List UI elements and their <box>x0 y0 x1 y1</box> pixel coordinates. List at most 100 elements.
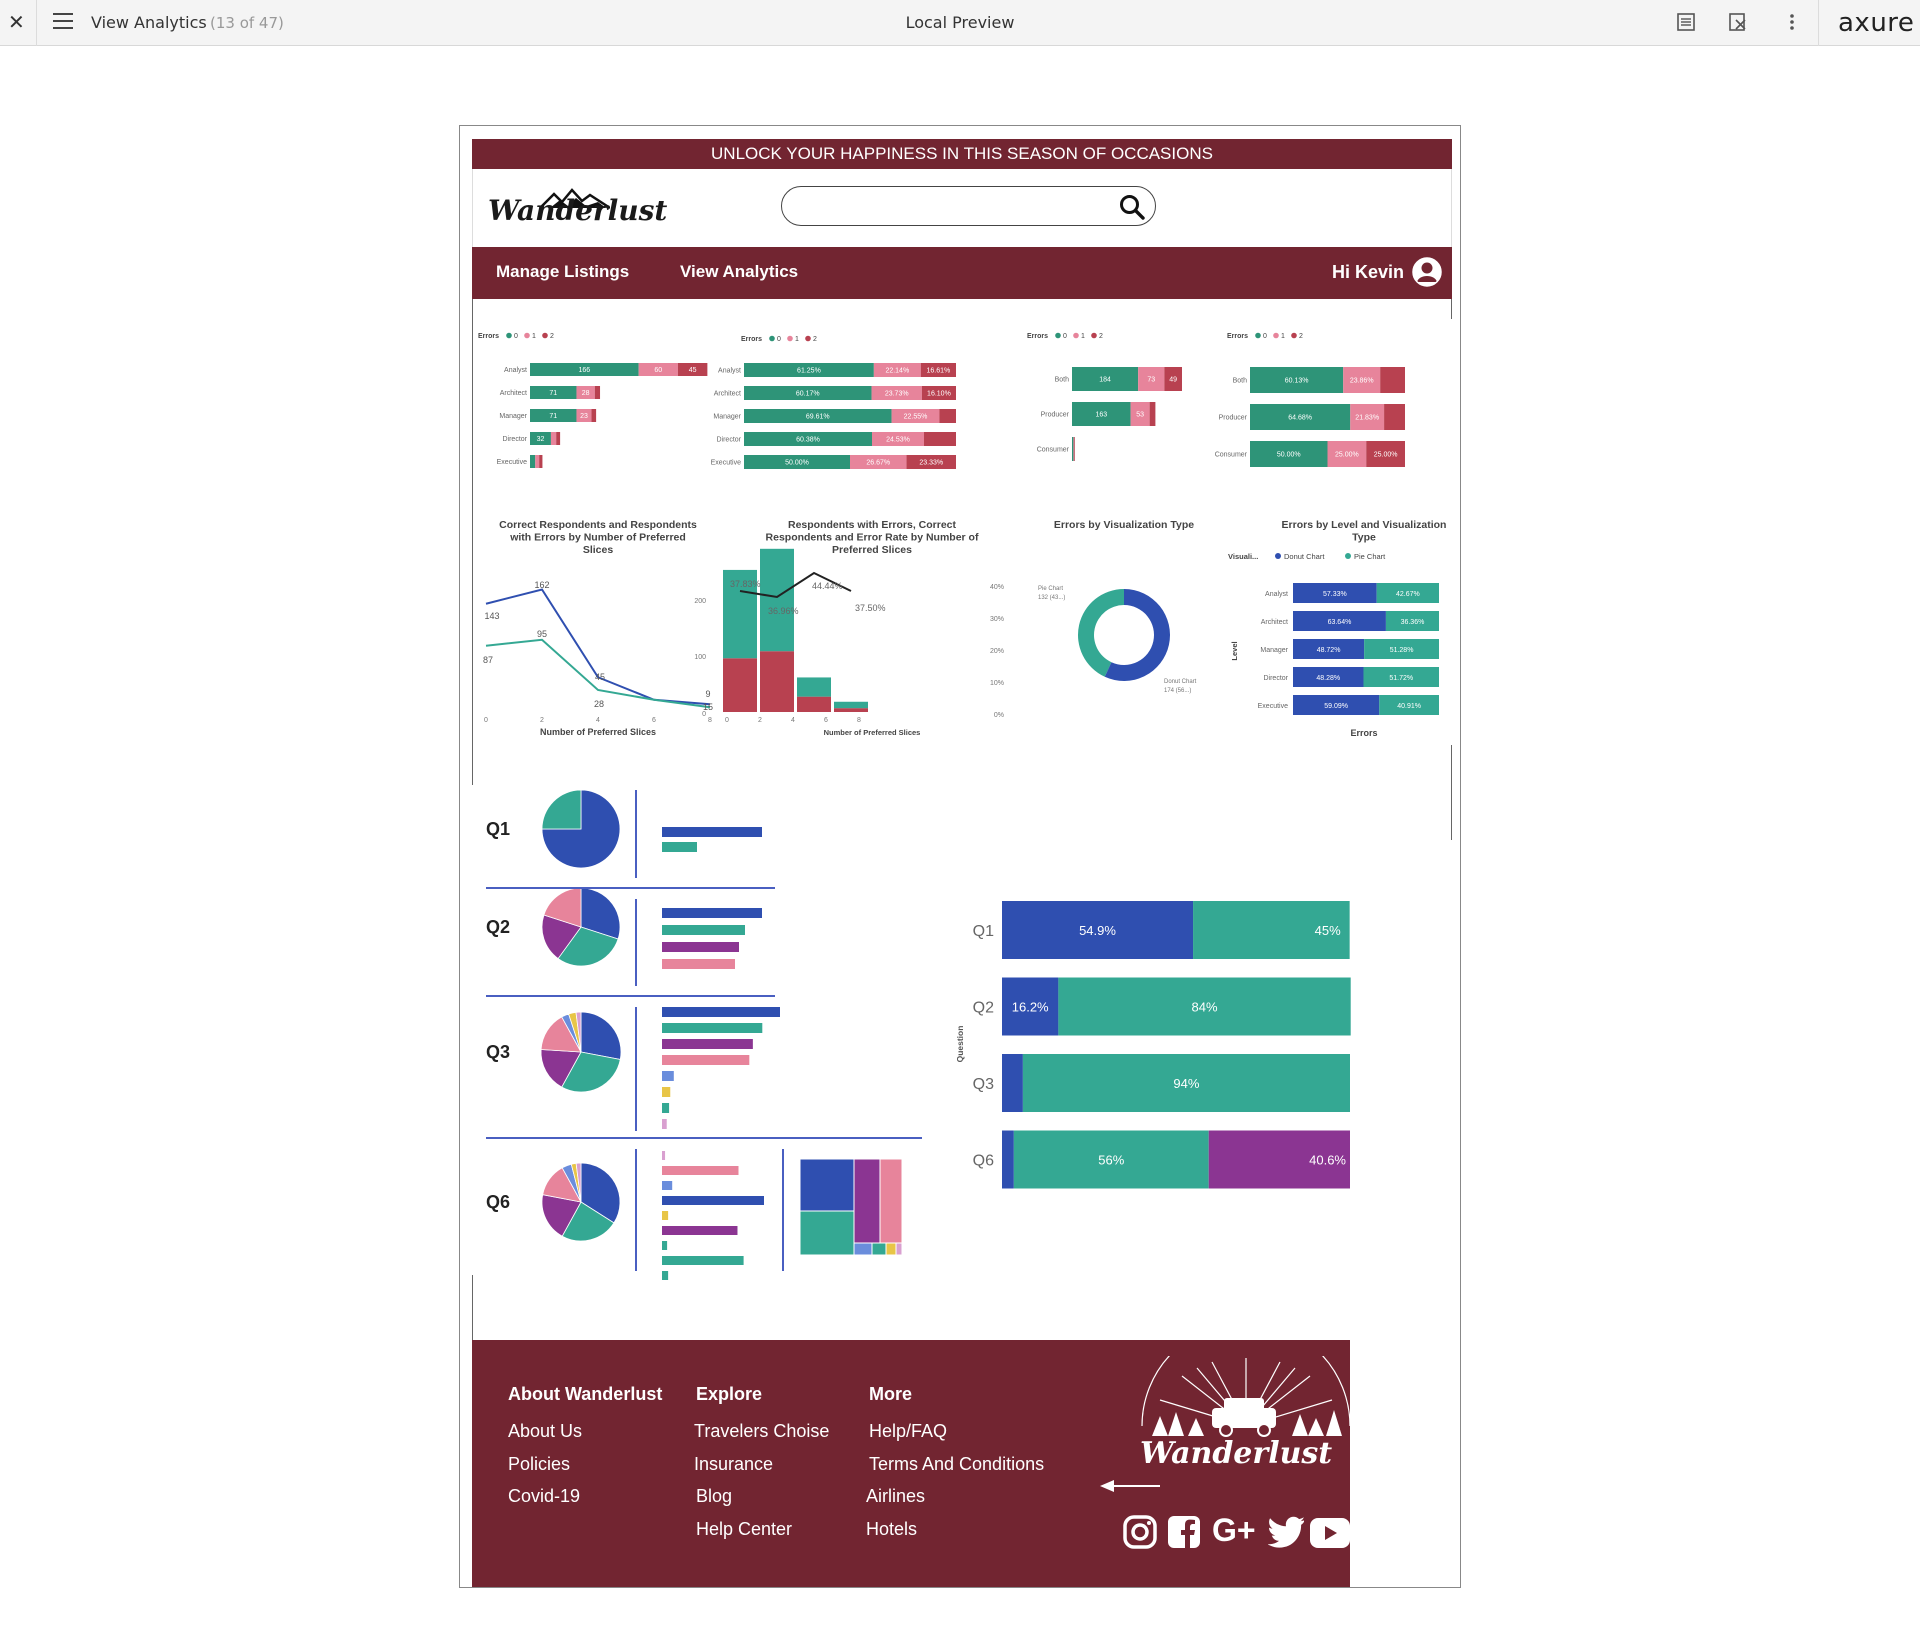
x-tick-label: 6 <box>652 717 656 724</box>
rate-label: 36.96% <box>768 606 799 616</box>
question-bar <box>662 1226 738 1235</box>
rate-label: 37.50% <box>855 603 886 613</box>
footer-link-about-us[interactable]: About Us <box>508 1421 582 1442</box>
footer-link-help-faq[interactable]: Help/FAQ <box>869 1421 947 1442</box>
page-count: (13 of 47) <box>210 14 284 32</box>
question-label: Q1 <box>486 819 510 839</box>
legend-item-label: 2 <box>1299 333 1303 340</box>
summary-bar-label: 56% <box>1098 1153 1124 1168</box>
bar-correct <box>797 677 831 697</box>
footer-link-airlines[interactable]: Airlines <box>866 1486 925 1507</box>
donut-label: 174 (56...) <box>1164 688 1191 694</box>
page-name[interactable]: View Analytics <box>91 13 207 32</box>
question-label: Q2 <box>486 917 510 937</box>
data-label: 28 <box>594 699 604 709</box>
question-bar <box>662 959 735 969</box>
twitter-icon[interactable] <box>1268 1516 1304 1548</box>
more-options-icon[interactable] <box>1781 11 1803 33</box>
chart-title-line: Correct Respondents and Respondents <box>499 519 697 531</box>
bar-label: 24.53% <box>886 437 910 444</box>
legend-dot <box>1073 332 1079 339</box>
category-label: Director <box>716 437 741 444</box>
footer-link-policies[interactable]: Policies <box>508 1454 570 1475</box>
bar-segment <box>535 455 540 468</box>
legend-item-label: 1 <box>795 336 799 343</box>
line-series-errors <box>485 588 711 706</box>
footer-link-blog[interactable]: Blog <box>696 1486 732 1507</box>
bar-errors <box>723 658 757 712</box>
y-tick-label: 200 <box>694 598 706 605</box>
bar-label: 59.09% <box>1324 703 1348 710</box>
search-input[interactable] <box>781 186 1156 226</box>
category-label: Both <box>1233 378 1248 385</box>
bar-label: 50.00% <box>785 460 809 467</box>
bar-correct <box>834 701 868 709</box>
toolbar-divider <box>36 0 37 46</box>
close-icon[interactable]: ✕ <box>8 10 25 34</box>
category-label: Consumer <box>1037 447 1070 454</box>
treemap-block <box>895 1242 903 1256</box>
question-bar <box>662 1196 764 1205</box>
question-bar <box>662 827 762 837</box>
bar-errors <box>760 651 794 712</box>
legend-title: Visuali... <box>1228 552 1258 561</box>
legend-item-label: Pie Chart <box>1354 552 1386 561</box>
bar-segment <box>1072 437 1074 461</box>
bar-label: 16.61% <box>927 368 951 375</box>
youtube-icon[interactable] <box>1310 1518 1350 1548</box>
bar-segment <box>594 386 601 399</box>
chart-title-line: with Errors by Number of Preferred <box>509 532 686 544</box>
instagram-icon[interactable] <box>1122 1514 1158 1550</box>
nav-view-analytics[interactable]: View Analytics <box>680 262 798 282</box>
x-tick-label: 4 <box>596 717 600 724</box>
y2-tick-label: 30% <box>990 616 1004 623</box>
question-bar <box>662 1119 667 1129</box>
bar-label: 49 <box>1169 377 1177 384</box>
question-bar <box>662 942 739 952</box>
data-label: 143 <box>484 611 499 621</box>
footer-link-covid[interactable]: Covid-19 <box>508 1486 580 1507</box>
bar-label: 23.73% <box>885 391 909 398</box>
legend-item-label: Donut Chart <box>1284 552 1325 561</box>
bar-segment <box>1149 402 1156 426</box>
category-label: Analyst <box>718 368 741 375</box>
summary-bar-label: 94% <box>1173 1076 1199 1091</box>
bar-segment <box>1073 437 1075 461</box>
footer-link-insurance[interactable]: Insurance <box>694 1454 773 1475</box>
google-plus-icon[interactable]: G+ <box>1212 1512 1256 1549</box>
bar-label: 23 <box>580 413 588 420</box>
footer-link-travelers-choise[interactable]: Travelers Choise <box>694 1421 829 1442</box>
category-label: Manager <box>1260 647 1288 654</box>
facebook-icon[interactable] <box>1166 1514 1202 1550</box>
search-icon[interactable] <box>1119 194 1145 220</box>
bar-errors <box>797 696 831 712</box>
bar-correct <box>760 548 794 652</box>
bar-label: 60.38% <box>796 437 820 444</box>
user-greeting[interactable]: Hi Kevin <box>1332 262 1404 283</box>
inspect-icon[interactable] <box>1727 11 1749 33</box>
bar-label: 71 <box>549 413 557 420</box>
legend-item-label: 2 <box>813 336 817 343</box>
notes-icon[interactable] <box>1675 11 1697 33</box>
analytics-dashboard: Errors 0 1 2Analyst 166 60 45Architect 71 28Mana… <box>478 332 1446 1280</box>
bar-label: 63.64% <box>1328 619 1352 626</box>
footer-link-hotels[interactable]: Hotels <box>866 1519 917 1540</box>
bar-segment <box>1074 437 1075 461</box>
bar-segment <box>924 432 956 446</box>
data-label: 162 <box>534 580 549 590</box>
footer-link-terms[interactable]: Terms And Conditions <box>869 1454 1044 1475</box>
site-logo[interactable]: Wanderlust <box>488 194 667 227</box>
bar-label: 50.00% <box>1277 452 1301 459</box>
question-bar <box>662 1071 674 1081</box>
x-tick-label: 6 <box>824 717 828 724</box>
bar-label: 163 <box>1095 412 1107 419</box>
nav-manage-listings[interactable]: Manage Listings <box>496 262 629 282</box>
question-bar <box>662 1055 750 1065</box>
footer-link-help-center[interactable]: Help Center <box>696 1519 792 1540</box>
chart-title-combo: Respondents with Errors, Correct <box>788 519 957 531</box>
legend-title: Errors <box>741 336 762 343</box>
menu-icon[interactable] <box>53 13 73 31</box>
bar-label: 60 <box>654 367 662 374</box>
donut-label: Pie Chart <box>1038 586 1063 592</box>
user-avatar-icon[interactable] <box>1412 257 1442 287</box>
